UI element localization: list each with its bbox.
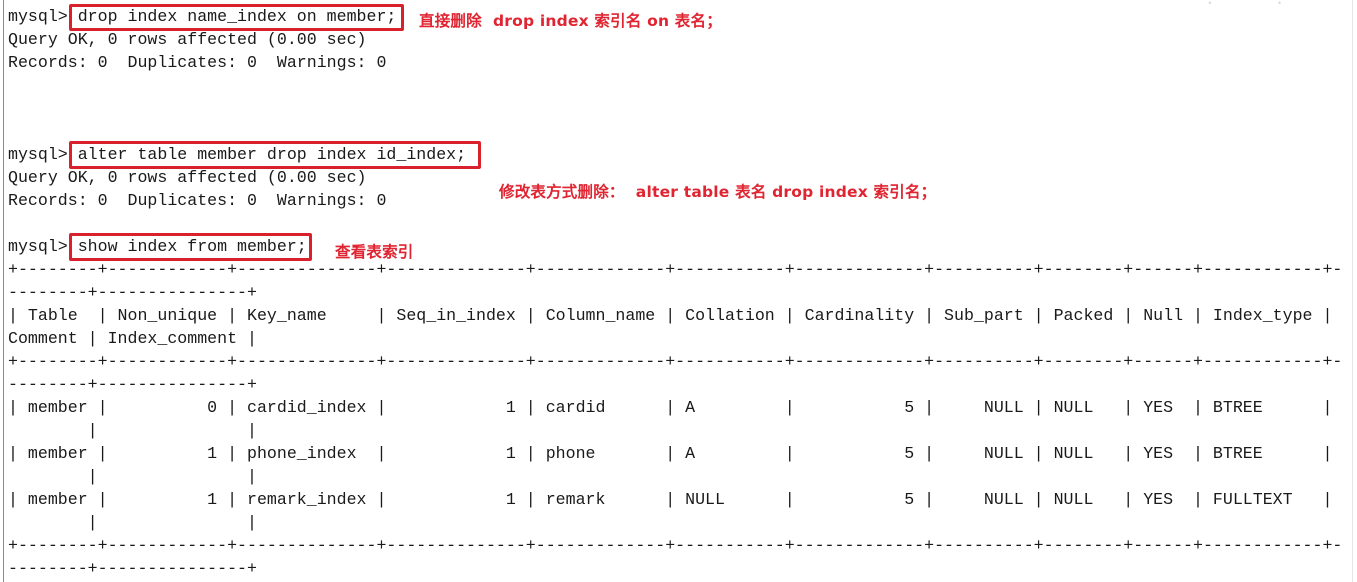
command-highlight-box	[69, 233, 312, 261]
table-border: +--------+------------+--------------+--…	[8, 352, 1343, 371]
table-row: | |	[8, 467, 257, 486]
terminal-line: Query OK, 0 rows affected (0.00 sec)	[8, 30, 367, 49]
table-row: | |	[8, 421, 257, 440]
command-highlight-box	[69, 141, 481, 169]
terminal-output[interactable]: mysql> drop index name_index on member; Q…	[8, 5, 1342, 580]
table-header-row: Comment | Index_comment |	[8, 329, 257, 348]
prompt: mysql>	[8, 7, 78, 26]
prompt: mysql>	[8, 145, 78, 164]
scrollbar-track[interactable]	[1352, 0, 1353, 582]
table-border: --------+---------------+	[8, 375, 257, 394]
table-border: +--------+------------+--------------+--…	[8, 260, 1343, 279]
table-border: +--------+------------+--------------+--…	[8, 536, 1343, 555]
table-border: --------+---------------+	[8, 283, 257, 302]
annotation-drop-index: 直接删除 drop index 索引名 on 表名；	[419, 12, 722, 30]
command-highlight-box	[69, 4, 404, 31]
result-table: +--------+------------+--------------+--…	[8, 258, 1342, 580]
table-row: | member | 1 | phone_index | 1 | phone |…	[8, 444, 1343, 463]
table-header-row: | Table | Non_unique | Key_name | Seq_in…	[8, 306, 1343, 325]
table-row: | member | 1 | remark_index | 1 | remark…	[8, 490, 1343, 509]
terminal-line: Records: 0 Duplicates: 0 Warnings: 0	[8, 53, 387, 72]
annotation-alter-table: 修改表方式删除： alter table 表名 drop index 索引名；	[499, 183, 937, 201]
table-row: | member | 0 | cardid_index | 1 | cardid…	[8, 398, 1343, 417]
table-row: | |	[8, 513, 257, 532]
prompt: mysql>	[8, 237, 78, 256]
annotation-show-index: 查看表索引	[335, 243, 414, 261]
table-border: --------+---------------+	[8, 559, 257, 578]
window-left-border	[3, 0, 4, 582]
